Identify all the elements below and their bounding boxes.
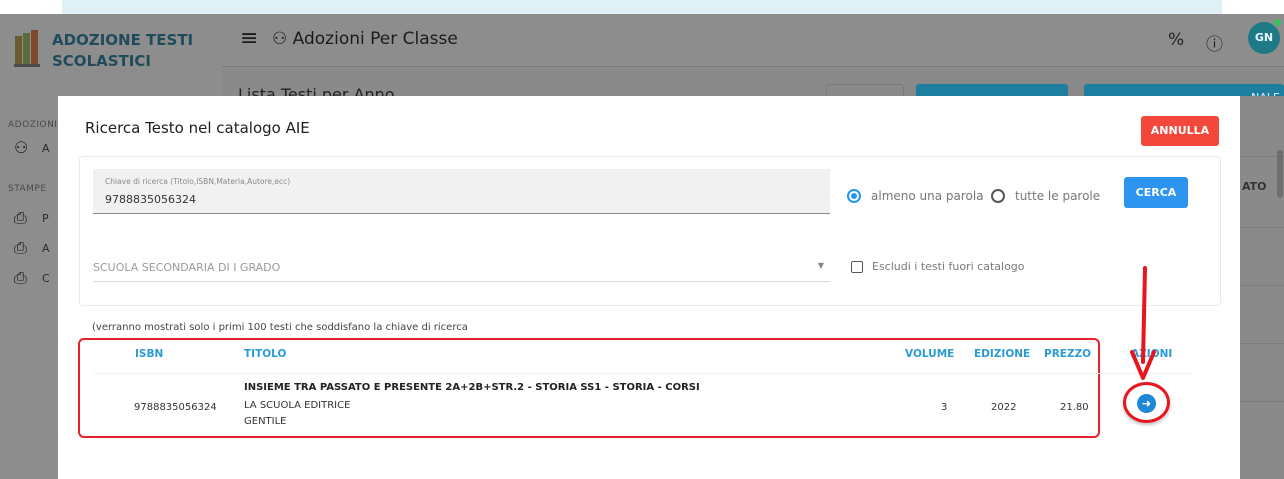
column-header-edizione[interactable]: EDIZIONE xyxy=(974,348,1030,360)
printer-icon[interactable]: ⎙ xyxy=(14,268,34,287)
avatar[interactable]: GN xyxy=(1248,22,1280,54)
radio-all-words-label[interactable]: tutte le parole xyxy=(1015,189,1100,203)
row-author: GENTILE xyxy=(244,416,287,427)
sidebar-print-1[interactable]: P xyxy=(42,212,49,225)
percent-icon[interactable]: % xyxy=(1168,30,1184,50)
red-arrow-annotation-icon xyxy=(1130,266,1156,380)
divider xyxy=(1240,285,1284,286)
divider xyxy=(94,373,1191,374)
page-title: ⚇ Adozioni Per Classe xyxy=(272,29,458,49)
sidebar-print-3[interactable]: C xyxy=(42,272,50,285)
row-volume: 3 xyxy=(941,402,948,413)
column-header-prezzo[interactable]: PREZZO xyxy=(1044,348,1091,360)
search-button[interactable]: CERCA xyxy=(1124,177,1188,208)
search-input[interactable]: Chiave di ricerca (Titolo,ISBN,Materia,A… xyxy=(93,169,830,214)
radio-all-words[interactable] xyxy=(991,189,1005,203)
radio-any-word[interactable] xyxy=(847,189,861,203)
sidebar-section-adozioni: ADOZIONI xyxy=(8,120,58,130)
column-header-titolo[interactable]: TITOLO xyxy=(244,348,286,360)
sidebar-print-2[interactable]: A xyxy=(42,242,50,255)
users-icon[interactable]: ⚇ xyxy=(14,138,34,157)
divider xyxy=(1240,401,1284,402)
select-arrow-right-icon[interactable]: ➜ xyxy=(1137,394,1156,413)
row-price: 21.80 xyxy=(1060,402,1089,413)
menu-icon[interactable]: ≡ xyxy=(240,26,258,51)
top-strip xyxy=(0,0,1284,14)
modal-title: Ricerca Testo nel catalogo AIE xyxy=(85,119,310,137)
row-isbn: 9788835056324 xyxy=(134,402,217,413)
app-brand: ADOZIONE TESTI SCOLASTICI xyxy=(52,31,194,70)
printer-icon[interactable]: ⎙ xyxy=(14,208,34,227)
sidebar-section-stampe: STAMPE xyxy=(8,184,47,194)
search-input-value[interactable]: 9788835056324 xyxy=(105,193,196,206)
school-level-value: SCUOLA SECONDARIA DI I GRADO xyxy=(93,261,281,274)
app-header: ≡ ⚇ Adozioni Per Classe % ⓘ GN xyxy=(222,14,1284,67)
info-icon[interactable]: ⓘ xyxy=(1206,30,1223,55)
exclude-out-of-catalog-checkbox[interactable] xyxy=(851,261,863,273)
row-publisher: LA SCUOLA EDITRICE xyxy=(244,400,351,411)
scrollbar[interactable] xyxy=(1277,150,1283,198)
background-column-fragment: ATO xyxy=(1242,180,1267,193)
column-header-isbn[interactable]: ISBN xyxy=(135,348,163,360)
caret-down-icon: ▼ xyxy=(817,261,824,270)
page-title-text: Adozioni Per Classe xyxy=(292,29,458,49)
results-note: (verranno mostrati solo i primi 100 test… xyxy=(92,322,468,333)
search-input-label: Chiave di ricerca (Titolo,ISBN,Materia,A… xyxy=(105,177,291,186)
divider xyxy=(1240,343,1284,344)
users-icon: ⚇ xyxy=(272,29,288,49)
cancel-button[interactable]: ANNULLA xyxy=(1141,116,1219,146)
exclude-out-of-catalog-label[interactable]: Escludi i testi fuori catalogo xyxy=(872,260,1025,273)
sidebar-item-label[interactable]: A xyxy=(42,142,50,155)
divider xyxy=(1240,227,1284,228)
radio-any-word-label[interactable]: almeno una parola xyxy=(871,189,984,203)
search-modal: Ricerca Testo nel catalogo AIE ANNULLA C… xyxy=(58,96,1240,479)
search-panel: Chiave di ricerca (Titolo,ISBN,Materia,A… xyxy=(79,156,1221,306)
school-level-select[interactable]: SCUOLA SECONDARIA DI I GRADO ▼ xyxy=(93,253,830,282)
online-status-dot xyxy=(1274,19,1281,26)
row-title: INSIEME TRA PASSATO E PRESENTE 2A+2B+STR… xyxy=(244,382,700,393)
column-header-volume[interactable]: VOLUME xyxy=(905,348,954,360)
app-logo xyxy=(14,30,40,67)
printer-icon[interactable]: ⎙ xyxy=(14,238,34,257)
row-edition: 2022 xyxy=(991,402,1017,413)
